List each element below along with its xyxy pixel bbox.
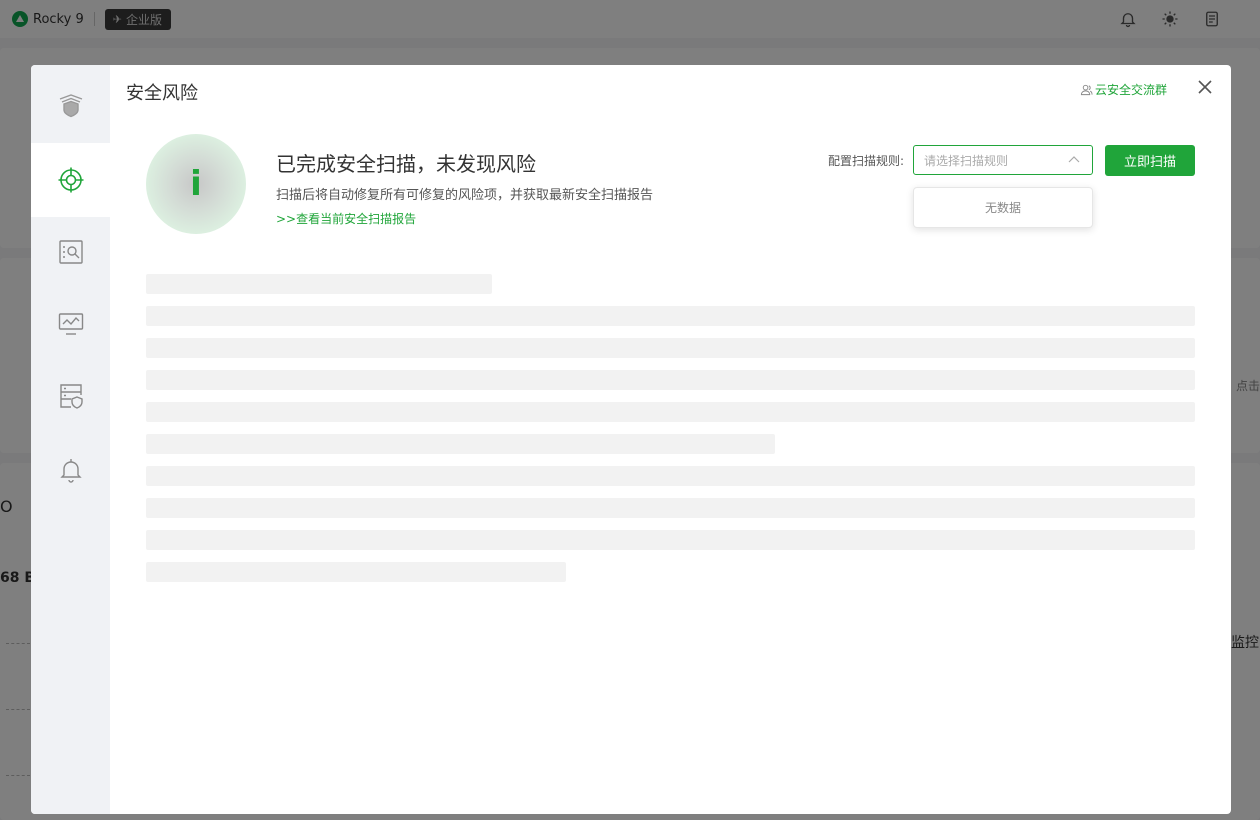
sidebar-item-shield-home[interactable] [31,68,110,142]
scan-rule-select[interactable]: 请选择扫描规则 [913,145,1093,175]
dropdown-empty-text: 无数据 [984,201,1021,215]
skeleton-row [146,498,1195,518]
user-group-icon [1080,84,1093,96]
sidebar-item-monitor[interactable] [31,287,110,361]
modal-title: 安全风险 [126,83,198,104]
info-icon: i [190,164,202,204]
skeleton-row [146,402,1195,422]
skeleton-row [146,562,566,582]
community-link-label: 云安全交流群 [1095,83,1168,97]
view-report-link[interactable]: >>查看当前安全扫描报告 [276,210,416,227]
skeleton-row [146,274,492,294]
skeleton-row [146,530,1195,550]
skeleton-row [146,338,1195,358]
close-button[interactable] [1195,77,1215,97]
monitor-chart-icon [58,313,83,335]
skeleton-row [146,434,775,454]
scan-status-indicator: i [146,134,246,234]
scan-rule-label: 配置扫描规则: [828,154,905,168]
close-icon [1198,80,1212,94]
crosshair-target-icon [58,167,83,193]
server-shield-icon [59,384,83,409]
modal-sidebar [31,65,110,814]
skeleton-row [146,466,1195,486]
shield-layers-icon [59,94,82,118]
community-group-link[interactable]: 云安全交流群 [1080,81,1167,98]
sidebar-item-scan-search[interactable] [31,215,110,289]
sidebar-item-security-risk[interactable] [31,143,110,217]
scan-rule-dropdown: 无数据 [913,187,1093,228]
scan-result-description: 扫描后将自动修复所有可修复的风险项，并获取最新安全扫描报告 [276,188,654,203]
scan-rule-placeholder: 请选择扫描规则 [924,153,1009,168]
bell-icon [59,459,82,483]
sidebar-item-server-protect[interactable] [31,359,110,433]
chevron-up-icon [1068,156,1080,163]
security-risk-modal: 安全风险 云安全交流群 i 已完成安全扫描，未发现风险 扫描后将自动修复所有可修… [31,65,1231,814]
skeleton-row [146,370,1195,390]
skeleton-row [146,306,1195,326]
sidebar-item-alerts[interactable] [31,433,110,507]
scan-now-button[interactable]: 立即扫描 [1105,145,1195,176]
file-search-icon [58,240,83,264]
scan-result-title: 已完成安全扫描，未发现风险 [276,152,536,176]
